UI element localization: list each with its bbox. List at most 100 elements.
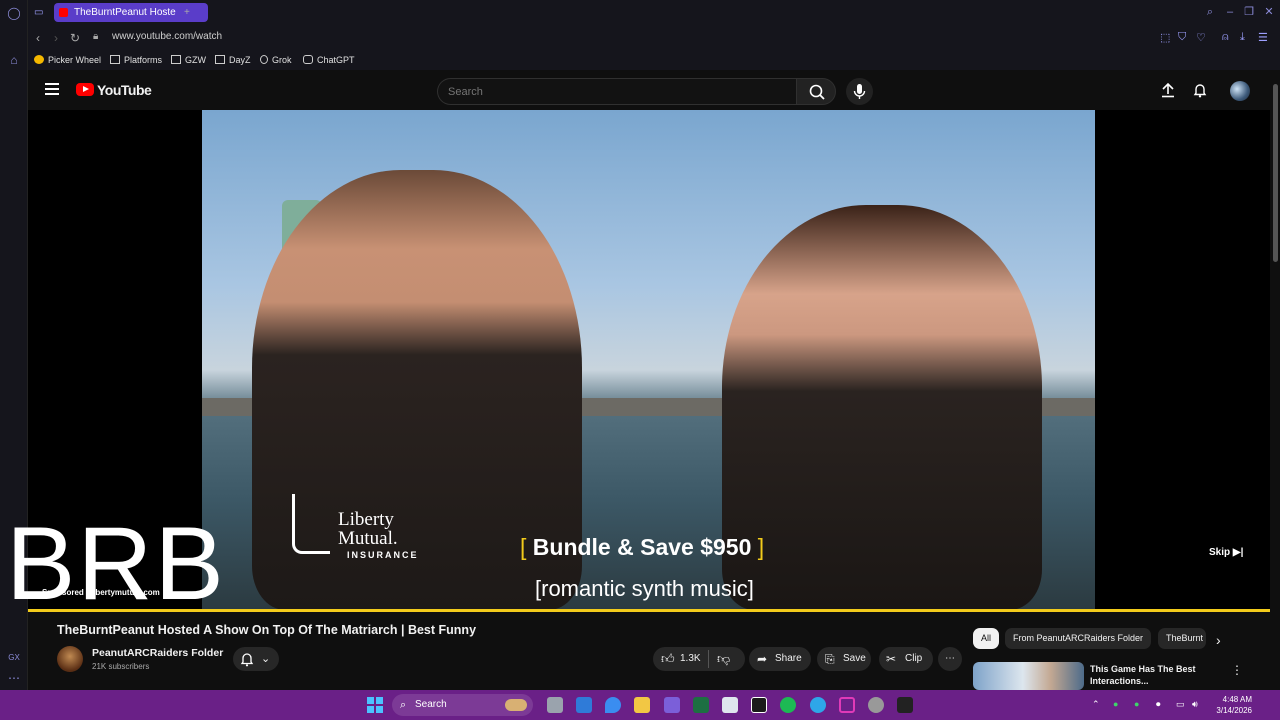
video-player[interactable]: Liberty Mutual. INSURANCE [ Bundle & Sav…	[6, 110, 1270, 616]
file-explorer-icon[interactable]	[634, 697, 650, 713]
subscriber-count: 21K subscribers	[92, 662, 150, 671]
forward-icon[interactable]: ›	[54, 31, 58, 45]
skip-ad-button[interactable]: Skip ▶︎|	[1209, 547, 1243, 558]
tray-shield-icon[interactable]: ●	[1134, 699, 1139, 709]
tray-mic-icon[interactable]: ⏺︎	[1156, 699, 1161, 710]
menu-icon[interactable]	[45, 83, 59, 95]
easy-setup-icon[interactable]: ☰	[1258, 31, 1268, 44]
chip-from-channel[interactable]: From PeanutARCRaiders Folder	[1005, 628, 1152, 649]
lock-icon: 🔒︎	[93, 31, 99, 42]
capcut-icon[interactable]	[751, 697, 767, 713]
account-avatar[interactable]	[1230, 81, 1250, 101]
opera-logo-icon[interactable]: ◯	[6, 5, 22, 21]
voice-search-button[interactable]	[846, 78, 873, 105]
chips-next-icon[interactable]: ›	[1216, 632, 1221, 648]
bookmark-platforms[interactable]: Platforms	[110, 55, 162, 65]
scroll-thumb[interactable]	[1273, 84, 1278, 262]
share-label: Share	[775, 653, 802, 664]
liberty-mutual-logo: Liberty Mutual. INSURANCE	[292, 494, 427, 564]
windows-start-icon[interactable]	[367, 697, 383, 713]
excel-icon[interactable]	[693, 697, 709, 713]
bookmark-dayz[interactable]: DayZ	[215, 55, 251, 65]
task-view-icon[interactable]	[547, 697, 563, 713]
page-scrollbar[interactable]	[1271, 70, 1280, 690]
widgets-icon[interactable]	[576, 697, 592, 713]
browser-window: ◯ ⌂ GX ⋯ ▭ TheBurntPeanut Hoste + ⌕ – ❐ …	[0, 0, 1280, 690]
bookmark-picker-wheel[interactable]: Picker Wheel	[34, 55, 101, 65]
gx-icon[interactable]: GX	[6, 650, 22, 666]
snapshot-icon[interactable]: ⬚	[1160, 31, 1170, 44]
profile-icon[interactable]: ⍝	[1222, 31, 1229, 44]
promo-bracket-right: ]	[751, 534, 765, 560]
channel-avatar[interactable]	[57, 646, 83, 672]
dw7-icon[interactable]	[897, 697, 913, 713]
back-icon[interactable]: ‹	[36, 31, 40, 45]
youtube-logo-icon[interactable]	[76, 83, 94, 96]
drop-app-icon[interactable]	[605, 697, 621, 713]
like-button[interactable]: 👍︎	[661, 647, 675, 671]
ad-promo-text: [ Bundle & Save $950 ]	[520, 534, 764, 561]
spotify-icon[interactable]	[780, 697, 796, 713]
download-icon[interactable]: ⤓	[1240, 31, 1245, 44]
close-window-button[interactable]: ✕	[1262, 5, 1276, 19]
upload-icon[interactable]	[1160, 82, 1176, 98]
notifications-bell-icon[interactable]	[1192, 82, 1208, 98]
search-input[interactable]	[438, 79, 796, 104]
recommendation-thumbnail[interactable]	[973, 662, 1084, 690]
tray-volume-icon[interactable]: 🔊︎	[1192, 699, 1198, 710]
shield-icon[interactable]: ⛉	[1178, 31, 1186, 44]
taskbar-search[interactable]: ⌕ Search	[392, 694, 533, 716]
tray-network-icon[interactable]: ▭	[1176, 699, 1185, 710]
taskbar-search-label: Search	[415, 699, 447, 710]
clip-button[interactable]: ✂ Clip	[879, 647, 933, 671]
grok-icon	[260, 55, 268, 64]
dislike-button[interactable]: 👎︎	[717, 647, 730, 671]
save-button[interactable]: ⎘ Save	[817, 647, 871, 671]
obs-icon[interactable]	[868, 697, 884, 713]
search-box	[437, 78, 796, 105]
actor-woman-image	[722, 205, 1042, 610]
chip-all[interactable]: All	[973, 628, 1000, 649]
recommendation-title[interactable]: This Game Has The Best Interactions...	[1090, 663, 1220, 687]
tab-menu-icon[interactable]: ▭	[34, 3, 50, 22]
brand-sub: INSURANCE	[347, 550, 419, 560]
restore-button[interactable]: ❐	[1242, 5, 1256, 19]
bookmarks-bar: Picker Wheel Platforms GZW DayZ Grok Cha…	[28, 52, 1280, 70]
search-button[interactable]	[796, 78, 836, 105]
heart-icon[interactable]: ♡	[1196, 31, 1206, 44]
folder-icon	[171, 55, 181, 64]
promo-text: Bundle & Save $950	[532, 534, 752, 560]
chip-theburnt[interactable]: TheBurnt	[1158, 628, 1206, 649]
tray-overflow-icon[interactable]: ⌃	[1092, 699, 1100, 710]
microphone-icon	[853, 84, 866, 99]
recommendation-menu-icon[interactable]: ⋮	[1231, 663, 1243, 677]
notification-settings-button[interactable]: ⌄	[233, 647, 279, 671]
edge-icon[interactable]	[810, 697, 826, 713]
share-icon: ➦	[757, 652, 768, 666]
notepad-icon[interactable]	[722, 697, 738, 713]
more-actions-button[interactable]: ⋯	[938, 647, 962, 671]
video-title: TheBurntPeanut Hosted A Show On Top Of T…	[57, 623, 477, 637]
new-tab-button[interactable]: +	[184, 3, 198, 22]
search-highlight-icon	[505, 699, 527, 711]
minimize-button[interactable]: –	[1223, 5, 1237, 19]
ad-progress-bar[interactable]	[28, 609, 1270, 612]
search-tabs-icon[interactable]: ⌕	[1203, 5, 1217, 19]
tab-strip: ▭ TheBurntPeanut Hoste + ⌕ – ❐ ✕	[28, 0, 1280, 25]
save-label: Save	[843, 653, 866, 664]
app-grid-icon[interactable]	[664, 697, 680, 713]
aria-icon[interactable]: ⌂	[6, 52, 22, 68]
ad-video-frame: Liberty Mutual. INSURANCE [ Bundle & Sav…	[202, 110, 1095, 610]
reload-icon[interactable]: ↻	[70, 31, 80, 45]
youtube-logo-text[interactable]: YouTube	[97, 82, 152, 98]
channel-name[interactable]: PeanutARCRaiders Folder	[92, 647, 223, 659]
more-icon[interactable]: ⋯	[6, 670, 22, 686]
bookmark-gzw[interactable]: GZW	[171, 55, 206, 65]
bookmark-chatgpt[interactable]: ChatGPT	[303, 55, 355, 65]
share-button[interactable]: ➦ Share	[749, 647, 811, 671]
url-field[interactable]: www.youtube.com/watch	[112, 31, 222, 42]
tray-app-icon[interactable]: ●	[1113, 699, 1118, 709]
bookmark-grok[interactable]: Grok	[260, 55, 292, 65]
opera-gx-icon[interactable]	[839, 697, 855, 713]
taskbar-clock[interactable]: 4:48 AM 3/14/2026	[1214, 694, 1252, 716]
